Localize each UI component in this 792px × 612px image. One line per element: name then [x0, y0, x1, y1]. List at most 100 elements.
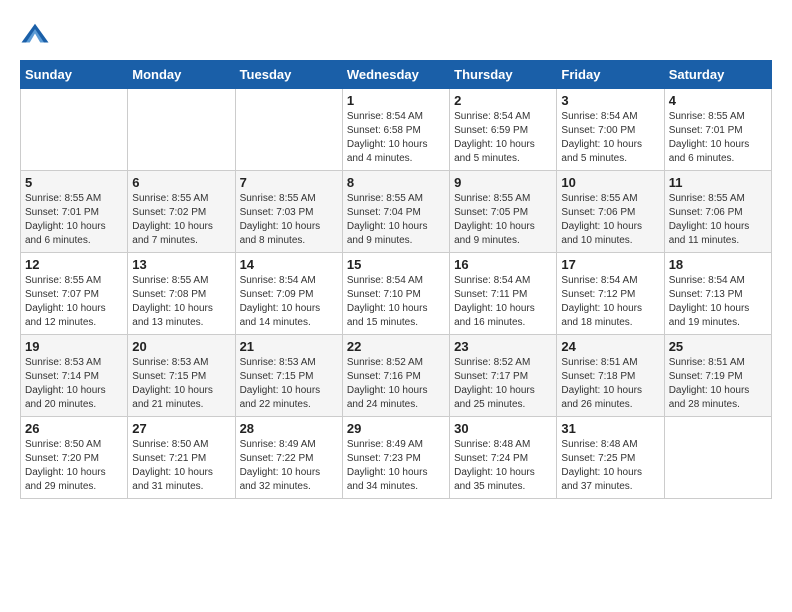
calendar-week-3: 12 Sunrise: 8:55 AM Sunset: 7:07 PM Dayli…	[21, 253, 772, 335]
day-info: Sunrise: 8:49 AM Sunset: 7:23 PM Dayligh…	[347, 438, 445, 494]
day-number: 1	[347, 93, 445, 108]
calendar-week-2: 5Sunrise: 8:55 AM Sunset: 7:01 PM Daylig…	[21, 171, 772, 253]
day-info: Sunrise: 8:54 AM Sunset: 6:58 PM Dayligh…	[347, 110, 445, 166]
day-info: Sunrise: 8:50 AM Sunset: 7:21 PM Dayligh…	[132, 438, 230, 494]
page-header	[20, 20, 772, 50]
day-info: Sunrise: 8:54 AM Sunset: 7:00 PM Dayligh…	[561, 110, 659, 166]
calendar-header: SundayMondayTuesdayWednesdayThursdayFrid…	[21, 61, 772, 89]
day-info: Sunrise: 8:55 AM Sunset: 7:07 PM Dayligh…	[25, 274, 123, 330]
day-number: 19	[25, 339, 123, 354]
weekday-header-wednesday: Wednesday	[342, 61, 449, 89]
day-number: 25	[669, 339, 767, 354]
day-info: Sunrise: 8:54 AM Sunset: 6:59 PM Dayligh…	[454, 110, 552, 166]
day-number: 9	[454, 175, 552, 190]
calendar-cell: 31 Sunrise: 8:48 AM Sunset: 7:25 PM Dayli…	[557, 417, 664, 499]
day-number: 15	[347, 257, 445, 272]
day-info: Sunrise: 8:54 AM Sunset: 7:09 PM Dayligh…	[240, 274, 338, 330]
day-number: 28	[240, 421, 338, 436]
day-info: Sunrise: 8:55 AM Sunset: 7:03 PM Dayligh…	[240, 192, 338, 248]
calendar-cell: 21Sunrise: 8:53 AM Sunset: 7:15 PM Dayli…	[235, 335, 342, 417]
weekday-header-saturday: Saturday	[664, 61, 771, 89]
calendar-week-1: 1 Sunrise: 8:54 AM Sunset: 6:58 PM Daylig…	[21, 89, 772, 171]
weekday-header-sunday: Sunday	[21, 61, 128, 89]
day-number: 29	[347, 421, 445, 436]
calendar-cell: 9Sunrise: 8:55 AM Sunset: 7:05 PM Daylig…	[450, 171, 557, 253]
day-number: 26	[25, 421, 123, 436]
calendar-cell: 5Sunrise: 8:55 AM Sunset: 7:01 PM Daylig…	[21, 171, 128, 253]
day-number: 4	[669, 93, 767, 108]
calendar-cell: 10 Sunrise: 8:55 AM Sunset: 7:06 PM Dayli…	[557, 171, 664, 253]
calendar-cell: 23 Sunrise: 8:52 AM Sunset: 7:17 PM Dayli…	[450, 335, 557, 417]
calendar-cell: 8Sunrise: 8:55 AM Sunset: 7:04 PM Daylig…	[342, 171, 449, 253]
day-info: Sunrise: 8:53 AM Sunset: 7:14 PM Dayligh…	[25, 356, 123, 412]
logo	[20, 20, 54, 50]
calendar-cell	[235, 89, 342, 171]
day-number: 12	[25, 257, 123, 272]
calendar-cell	[664, 417, 771, 499]
calendar-cell: 11 Sunrise: 8:55 AM Sunset: 7:06 PM Dayli…	[664, 171, 771, 253]
day-info: Sunrise: 8:55 AM Sunset: 7:01 PM Dayligh…	[25, 192, 123, 248]
day-info: Sunrise: 8:55 AM Sunset: 7:02 PM Dayligh…	[132, 192, 230, 248]
weekday-header-friday: Friday	[557, 61, 664, 89]
weekday-header-tuesday: Tuesday	[235, 61, 342, 89]
day-number: 27	[132, 421, 230, 436]
calendar-cell	[128, 89, 235, 171]
calendar-cell: 24 Sunrise: 8:51 AM Sunset: 7:18 PM Dayli…	[557, 335, 664, 417]
day-number: 21	[240, 339, 338, 354]
day-info: Sunrise: 8:54 AM Sunset: 7:13 PM Dayligh…	[669, 274, 767, 330]
day-info: Sunrise: 8:52 AM Sunset: 7:17 PM Dayligh…	[454, 356, 552, 412]
calendar-cell: 2 Sunrise: 8:54 AM Sunset: 6:59 PM Daylig…	[450, 89, 557, 171]
calendar-cell: 4 Sunrise: 8:55 AM Sunset: 7:01 PM Daylig…	[664, 89, 771, 171]
calendar-cell: 22 Sunrise: 8:52 AM Sunset: 7:16 PM Dayli…	[342, 335, 449, 417]
calendar-cell: 27 Sunrise: 8:50 AM Sunset: 7:21 PM Dayli…	[128, 417, 235, 499]
calendar-cell: 14 Sunrise: 8:54 AM Sunset: 7:09 PM Dayli…	[235, 253, 342, 335]
calendar-cell: 29 Sunrise: 8:49 AM Sunset: 7:23 PM Dayli…	[342, 417, 449, 499]
calendar-cell: 19 Sunrise: 8:53 AM Sunset: 7:14 PM Dayli…	[21, 335, 128, 417]
calendar-cell: 1 Sunrise: 8:54 AM Sunset: 6:58 PM Daylig…	[342, 89, 449, 171]
weekday-header-thursday: Thursday	[450, 61, 557, 89]
calendar-cell: 12 Sunrise: 8:55 AM Sunset: 7:07 PM Dayli…	[21, 253, 128, 335]
day-number: 30	[454, 421, 552, 436]
calendar-cell: 30 Sunrise: 8:48 AM Sunset: 7:24 PM Dayli…	[450, 417, 557, 499]
day-number: 8	[347, 175, 445, 190]
day-info: Sunrise: 8:55 AM Sunset: 7:06 PM Dayligh…	[669, 192, 767, 248]
weekday-header-monday: Monday	[128, 61, 235, 89]
day-number: 24	[561, 339, 659, 354]
day-number: 13	[132, 257, 230, 272]
day-number: 14	[240, 257, 338, 272]
day-info: Sunrise: 8:51 AM Sunset: 7:18 PM Dayligh…	[561, 356, 659, 412]
day-number: 2	[454, 93, 552, 108]
day-number: 17	[561, 257, 659, 272]
calendar-cell: 3 Sunrise: 8:54 AM Sunset: 7:00 PM Daylig…	[557, 89, 664, 171]
day-number: 6	[132, 175, 230, 190]
calendar: SundayMondayTuesdayWednesdayThursdayFrid…	[20, 60, 772, 499]
calendar-cell: 6 Sunrise: 8:55 AM Sunset: 7:02 PM Daylig…	[128, 171, 235, 253]
day-info: Sunrise: 8:52 AM Sunset: 7:16 PM Dayligh…	[347, 356, 445, 412]
day-info: Sunrise: 8:55 AM Sunset: 7:06 PM Dayligh…	[561, 192, 659, 248]
day-number: 31	[561, 421, 659, 436]
day-info: Sunrise: 8:48 AM Sunset: 7:25 PM Dayligh…	[561, 438, 659, 494]
day-number: 18	[669, 257, 767, 272]
day-number: 7	[240, 175, 338, 190]
day-info: Sunrise: 8:54 AM Sunset: 7:11 PM Dayligh…	[454, 274, 552, 330]
day-number: 10	[561, 175, 659, 190]
day-info: Sunrise: 8:55 AM Sunset: 7:01 PM Dayligh…	[669, 110, 767, 166]
day-number: 22	[347, 339, 445, 354]
day-number: 3	[561, 93, 659, 108]
day-number: 20	[132, 339, 230, 354]
day-info: Sunrise: 8:55 AM Sunset: 7:08 PM Dayligh…	[132, 274, 230, 330]
day-number: 23	[454, 339, 552, 354]
calendar-cell: 18 Sunrise: 8:54 AM Sunset: 7:13 PM Dayli…	[664, 253, 771, 335]
calendar-cell	[21, 89, 128, 171]
day-info: Sunrise: 8:51 AM Sunset: 7:19 PM Dayligh…	[669, 356, 767, 412]
calendar-week-4: 19 Sunrise: 8:53 AM Sunset: 7:14 PM Dayli…	[21, 335, 772, 417]
day-info: Sunrise: 8:54 AM Sunset: 7:10 PM Dayligh…	[347, 274, 445, 330]
day-info: Sunrise: 8:50 AM Sunset: 7:20 PM Dayligh…	[25, 438, 123, 494]
calendar-cell: 25 Sunrise: 8:51 AM Sunset: 7:19 PM Dayli…	[664, 335, 771, 417]
day-info: Sunrise: 8:54 AM Sunset: 7:12 PM Dayligh…	[561, 274, 659, 330]
day-number: 11	[669, 175, 767, 190]
day-info: Sunrise: 8:48 AM Sunset: 7:24 PM Dayligh…	[454, 438, 552, 494]
calendar-cell: 26 Sunrise: 8:50 AM Sunset: 7:20 PM Dayli…	[21, 417, 128, 499]
day-info: Sunrise: 8:53 AM Sunset: 7:15 PM Dayligh…	[132, 356, 230, 412]
calendar-body: 1 Sunrise: 8:54 AM Sunset: 6:58 PM Daylig…	[21, 89, 772, 499]
